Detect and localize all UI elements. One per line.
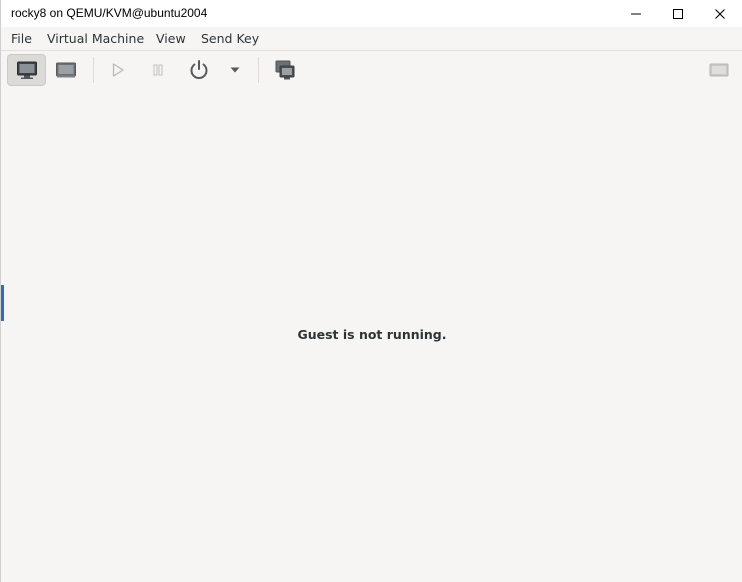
minimize-icon <box>631 13 641 14</box>
pause-button[interactable] <box>143 54 173 86</box>
minimize-button[interactable] <box>615 0 657 27</box>
virt-manager-window: rocky8 on QEMU/KVM@ubuntu2004 File Virtu… <box>0 0 742 582</box>
title-bar[interactable]: rocky8 on QEMU/KVM@ubuntu2004 <box>1 0 742 27</box>
toolbar-separator <box>258 57 259 83</box>
fullscreen-icon <box>709 63 729 77</box>
console-monitor-icon <box>16 61 37 79</box>
menu-view[interactable]: View <box>156 31 186 46</box>
power-icon <box>190 60 208 79</box>
pause-icon <box>153 64 163 76</box>
snapshots-icon <box>275 60 295 80</box>
menu-file[interactable]: File <box>11 31 32 46</box>
console-area[interactable]: Guest is not running. <box>1 91 742 582</box>
power-dropdown-button[interactable] <box>225 54 245 86</box>
close-button[interactable] <box>699 0 741 27</box>
window-title: rocky8 on QEMU/KVM@ubuntu2004 <box>11 6 208 20</box>
menu-virtual-machine[interactable]: Virtual Machine <box>47 31 144 46</box>
show-console-button[interactable] <box>7 54 46 86</box>
menu-send-key[interactable]: Send Key <box>201 31 259 46</box>
close-icon <box>715 8 725 19</box>
run-button[interactable] <box>103 54 133 86</box>
run-icon <box>112 63 124 77</box>
maximize-button[interactable] <box>657 0 699 27</box>
guest-status-message: Guest is not running. <box>297 327 447 342</box>
toolbar <box>1 51 742 91</box>
fullscreen-button[interactable] <box>703 54 735 86</box>
show-details-button[interactable] <box>48 54 84 86</box>
toolbar-separator <box>93 57 94 83</box>
snapshots-button[interactable] <box>269 54 301 86</box>
menu-bar: File Virtual Machine View Send Key <box>1 27 742 51</box>
power-dropdown-icon <box>230 67 240 73</box>
window-edge-accent <box>1 285 4 321</box>
maximize-icon <box>673 8 683 19</box>
power-button[interactable] <box>184 54 214 86</box>
details-icon <box>56 62 76 78</box>
